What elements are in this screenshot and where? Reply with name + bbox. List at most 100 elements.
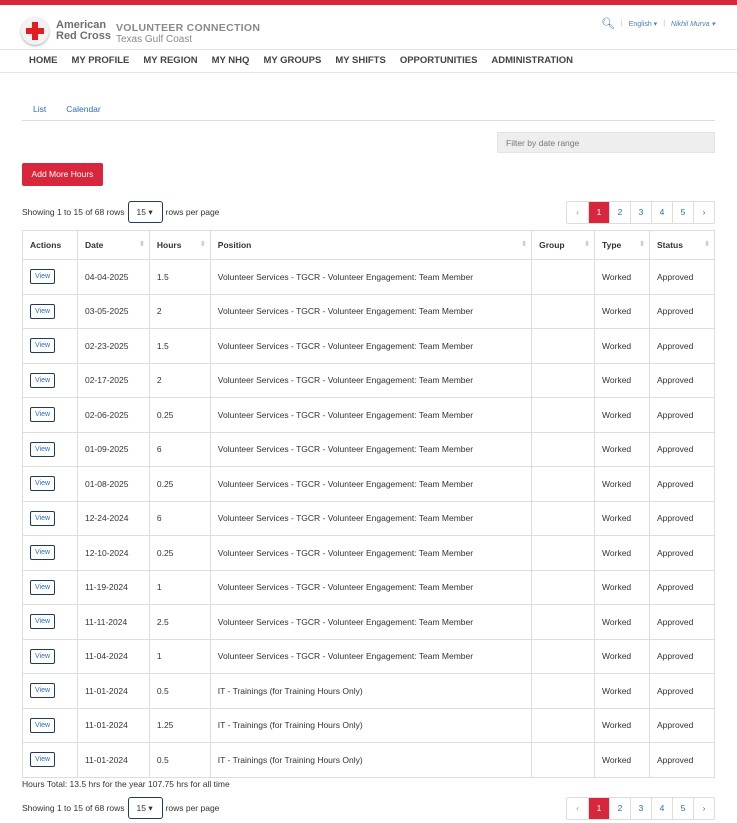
prev-page-button[interactable]: ‹ bbox=[567, 798, 588, 819]
view-button[interactable]: View bbox=[30, 441, 56, 457]
date-cell: 12-10-2024 bbox=[76, 535, 150, 571]
view-button[interactable]: View bbox=[30, 372, 56, 388]
column-header-hours[interactable]: Hours ⬍ bbox=[148, 230, 211, 260]
nav-item-my-nhq[interactable]: MY NHQ bbox=[212, 55, 250, 66]
table-row: View 01-09-2025 6 Volunteer Services - TGCR… bbox=[22, 431, 715, 467]
view-button[interactable]: View bbox=[30, 579, 56, 595]
group-cell bbox=[531, 293, 596, 329]
date-cell: 01-08-2025 bbox=[76, 466, 150, 502]
view-button[interactable]: View bbox=[30, 269, 56, 285]
red-cross-logo-icon[interactable] bbox=[21, 17, 49, 45]
view-button[interactable]: View bbox=[30, 648, 56, 664]
nav-item-my-profile[interactable]: MY PROFILE bbox=[72, 55, 130, 66]
nav-item-my-shifts[interactable]: MY SHIFTS bbox=[335, 55, 386, 66]
nav-item-my-groups[interactable]: MY GROUPS bbox=[263, 55, 321, 66]
status-cell: Approved bbox=[649, 535, 715, 571]
hours-cell: 1.5 bbox=[148, 328, 211, 364]
type-cell: Worked bbox=[594, 328, 650, 364]
search-icon[interactable]: 🔍︎ bbox=[601, 17, 615, 30]
position-cell: Volunteer Services - TGCR - Volunteer En… bbox=[209, 362, 533, 398]
position-cell: Volunteer Services - TGCR - Volunteer En… bbox=[209, 397, 533, 433]
page-button[interactable]: 4 bbox=[651, 202, 672, 223]
next-page-button[interactable]: › bbox=[693, 798, 714, 819]
hours-cell: 1 bbox=[148, 569, 211, 605]
position-cell: Volunteer Services - TGCR - Volunteer En… bbox=[209, 466, 533, 502]
nav-item-opportunities[interactable]: OPPORTUNITIES bbox=[400, 55, 478, 66]
nav-item-administration[interactable]: ADMINISTRATION bbox=[491, 55, 573, 66]
group-cell bbox=[531, 638, 596, 674]
position-cell: Volunteer Services - TGCR - Volunteer En… bbox=[209, 293, 533, 329]
group-cell bbox=[531, 742, 596, 778]
user-dropdown[interactable]: Nikhil Murva ▾ bbox=[671, 20, 715, 28]
date-range-filter[interactable]: Filter by date range bbox=[497, 132, 715, 153]
column-header-date[interactable]: Date ⬍ bbox=[76, 230, 150, 260]
hours-table: Actions Date ⬍ Hours ⬍ Position ⬍ Group ⬍ Type ⬍ St… bbox=[22, 230, 715, 778]
page-button[interactable]: 5 bbox=[672, 202, 693, 223]
table-row: View 02-17-2025 2 Volunteer Services - TGCR… bbox=[22, 362, 715, 398]
nav-item-my-region[interactable]: MY REGION bbox=[143, 55, 197, 66]
page-button[interactable]: 2 bbox=[609, 798, 630, 819]
tab-list[interactable]: List bbox=[33, 100, 46, 120]
date-cell: 12-24-2024 bbox=[76, 500, 150, 536]
column-header-status[interactable]: Status ⬍ bbox=[649, 230, 715, 260]
status-cell: Approved bbox=[649, 500, 715, 536]
view-button[interactable]: View bbox=[30, 407, 56, 423]
type-cell: Worked bbox=[594, 569, 650, 605]
status-cell: Approved bbox=[649, 293, 715, 329]
group-cell bbox=[531, 466, 596, 502]
status-cell: Approved bbox=[649, 397, 715, 433]
page-button[interactable]: 3 bbox=[630, 202, 651, 223]
date-cell: 11-19-2024 bbox=[76, 569, 150, 605]
date-cell: 03-05-2025 bbox=[76, 293, 150, 329]
position-cell: Volunteer Services - TGCR - Volunteer En… bbox=[209, 638, 533, 674]
language-dropdown[interactable]: English ▾ bbox=[629, 20, 657, 28]
page-button[interactable]: 5 bbox=[672, 798, 693, 819]
add-more-hours-button[interactable]: Add More Hours bbox=[22, 163, 103, 186]
page-button[interactable]: 4 bbox=[651, 798, 672, 819]
group-cell bbox=[531, 431, 596, 467]
column-header-type[interactable]: Type ⬍ bbox=[594, 230, 650, 260]
type-cell: Worked bbox=[594, 673, 650, 709]
page-button[interactable]: 2 bbox=[609, 202, 630, 223]
nav-item-home[interactable]: HOME bbox=[29, 55, 58, 66]
actions-cell: View bbox=[22, 707, 78, 743]
view-button[interactable]: View bbox=[30, 545, 56, 561]
page-button[interactable]: 1 bbox=[588, 202, 609, 223]
type-cell: Worked bbox=[594, 431, 650, 467]
sort-icon: ⬍ bbox=[138, 241, 145, 248]
column-label: Actions bbox=[30, 240, 62, 250]
view-button[interactable]: View bbox=[30, 338, 56, 354]
date-cell: 02-23-2025 bbox=[76, 328, 150, 364]
table-row: View 11-01-2024 1.25 IT - Trainings (for Tr… bbox=[22, 707, 715, 743]
page-size-select[interactable]: 15 ▾ bbox=[127, 201, 163, 223]
table-row: View 11-01-2024 0.5 IT - Trainings (for Tra… bbox=[22, 673, 715, 709]
position-cell: IT - Trainings (for Training Hours Only) bbox=[209, 707, 533, 743]
view-tabs: List Calendar bbox=[22, 100, 715, 121]
showing-text: Showing 1 to 15 of 68 rows bbox=[22, 207, 125, 217]
page-size-select[interactable]: 15 ▾ bbox=[127, 797, 163, 819]
view-button[interactable]: View bbox=[30, 717, 56, 733]
actions-cell: View bbox=[22, 638, 78, 674]
date-cell: 02-06-2025 bbox=[76, 397, 150, 433]
page-button[interactable]: 3 bbox=[630, 798, 651, 819]
table-row: View 01-08-2025 0.25 Volunteer Services - T… bbox=[22, 466, 715, 502]
view-button[interactable]: View bbox=[30, 510, 56, 526]
column-header-group[interactable]: Group ⬍ bbox=[531, 230, 596, 260]
view-button[interactable]: View bbox=[30, 683, 56, 699]
prev-page-button[interactable]: ‹ bbox=[567, 202, 588, 223]
page-button[interactable]: 1 bbox=[588, 798, 609, 819]
sort-icon: ⬍ bbox=[584, 241, 591, 248]
next-page-button[interactable]: › bbox=[693, 202, 714, 223]
date-cell: 11-04-2024 bbox=[76, 638, 150, 674]
view-button[interactable]: View bbox=[30, 303, 56, 319]
group-cell bbox=[531, 328, 596, 364]
view-button[interactable]: View bbox=[30, 614, 56, 630]
column-header-position[interactable]: Position ⬍ bbox=[209, 230, 533, 260]
tab-calendar[interactable]: Calendar bbox=[66, 100, 101, 120]
hours-cell: 0.5 bbox=[148, 673, 211, 709]
view-button[interactable]: View bbox=[30, 476, 56, 492]
actions-cell: View bbox=[22, 431, 78, 467]
view-button[interactable]: View bbox=[30, 752, 56, 768]
brand: American Red Cross bbox=[56, 19, 112, 42]
actions-cell: View bbox=[22, 466, 78, 502]
